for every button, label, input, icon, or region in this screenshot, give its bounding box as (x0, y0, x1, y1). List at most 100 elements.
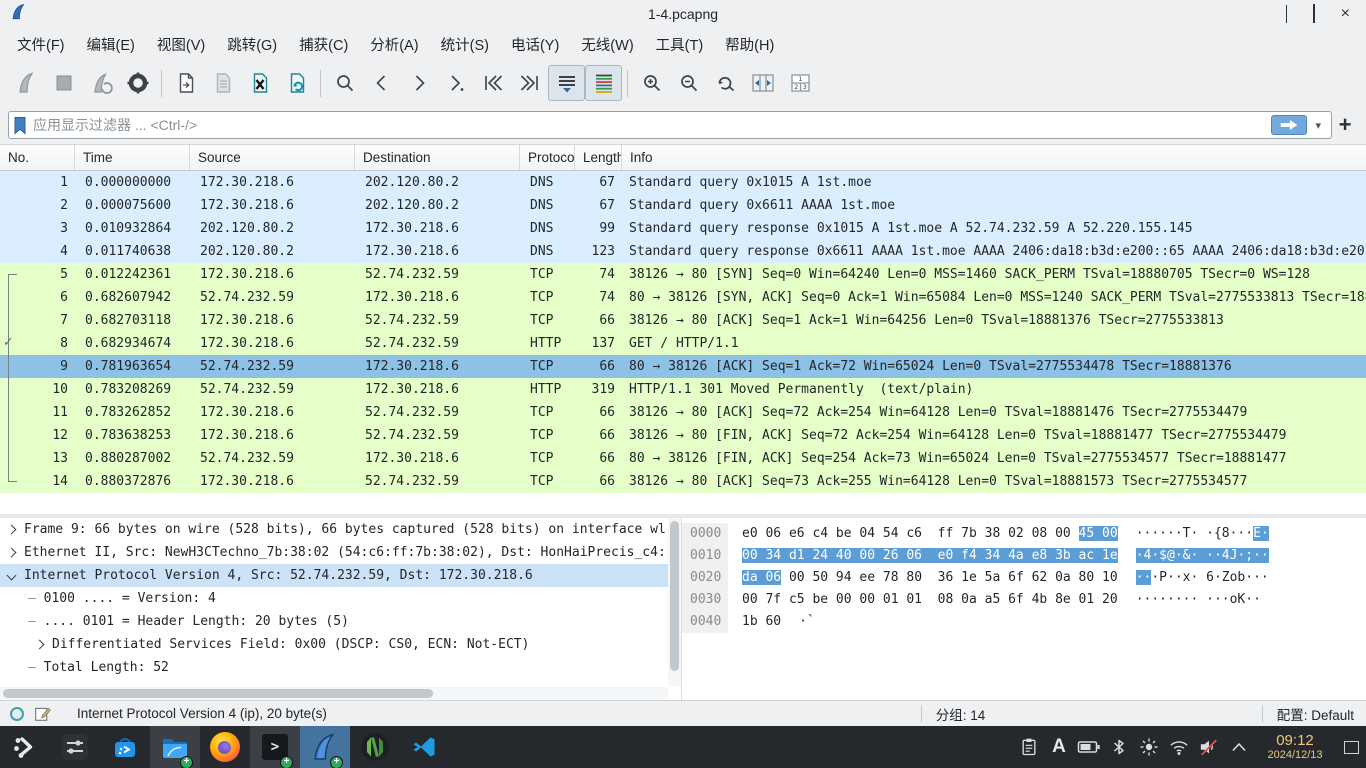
last-packet-button[interactable] (511, 65, 548, 101)
hex-dump-pane[interactable]: 0000e0 06 e6 c4 be 04 54 c6 ff 7b 38 02 … (682, 518, 1366, 700)
column-header-info[interactable]: Info (622, 145, 1366, 170)
menu-item-3[interactable]: 跳转(G) (216, 29, 288, 60)
column-header-destination[interactable]: Destination (355, 145, 520, 170)
column-header-source[interactable]: Source (190, 145, 355, 170)
packet-row-13[interactable]: 130.88028700252.74.232.59172.30.218.6TCP… (0, 447, 1366, 470)
go-forward-button[interactable] (400, 65, 437, 101)
packet-row-12[interactable]: 120.783638253172.30.218.652.74.232.59TCP… (0, 424, 1366, 447)
taskbar-item-system-settings[interactable] (50, 726, 100, 768)
detail-row-1[interactable]: Ethernet II, Src: NewH3CTechno_7b:38:02 … (0, 541, 681, 564)
menu-item-7[interactable]: 电话(Y) (500, 29, 570, 60)
maximize-button[interactable] (1313, 5, 1315, 23)
hex-row-0010[interactable]: 001000 34 d1 24 40 00 26 06 e0 f4 34 4a … (682, 545, 1366, 567)
display-filter-input[interactable]: 应用显示过滤器 ... <Ctrl-/> ▾ (8, 111, 1332, 139)
packet-row-5[interactable]: 50.012242361172.30.218.652.74.232.59TCP7… (0, 263, 1366, 286)
zoom-in-button[interactable] (633, 65, 670, 101)
expand-arrow-icon[interactable] (7, 548, 17, 558)
taskbar-item-firefox[interactable] (200, 726, 250, 768)
menu-item-5[interactable]: 分析(A) (359, 29, 429, 60)
hex-row-0000[interactable]: 0000e0 06 e6 c4 be 04 54 c6 ff 7b 38 02 … (682, 523, 1366, 545)
add-filter-button[interactable]: + (1332, 112, 1358, 138)
go-to-packet-button[interactable] (437, 65, 474, 101)
taskbar-item-neovim[interactable] (350, 726, 400, 768)
detail-row-2[interactable]: Internet Protocol Version 4, Src: 52.74.… (0, 564, 681, 587)
packet-row-4[interactable]: 40.011740638202.120.80.2172.30.218.6DNS1… (0, 240, 1366, 263)
scrollbar-thumb[interactable] (3, 689, 433, 698)
taskbar-item-wireshark[interactable]: + (300, 726, 350, 768)
column-header-protocol[interactable]: Protocol (520, 145, 575, 170)
profile-label[interactable]: 配置: Default (1263, 704, 1366, 724)
reload-file-button[interactable] (278, 65, 315, 101)
tray-battery-icon[interactable] (1074, 726, 1104, 768)
show-desktop-button[interactable] (1336, 726, 1366, 768)
scrollbar-thumb[interactable] (670, 521, 679, 671)
packet-row-1[interactable]: 10.000000000172.30.218.6202.120.80.2DNS6… (0, 171, 1366, 194)
expand-arrow-icon[interactable] (7, 525, 17, 535)
packet-row-3[interactable]: 30.010932864202.120.80.2172.30.218.6DNS9… (0, 217, 1366, 240)
bookmark-icon[interactable] (13, 116, 27, 135)
column-header-length[interactable]: Length (575, 145, 622, 170)
save-file-button[interactable] (204, 65, 241, 101)
close-file-button[interactable] (241, 65, 278, 101)
open-file-button[interactable] (167, 65, 204, 101)
colorize-button[interactable] (585, 65, 622, 101)
menu-item-4[interactable]: 捕获(C) (288, 29, 359, 60)
packet-row-14[interactable]: 140.880372876172.30.218.652.74.232.59TCP… (0, 470, 1366, 493)
zoom-reset-button[interactable] (707, 65, 744, 101)
expert-info-icon[interactable] (10, 707, 24, 721)
menu-item-2[interactable]: 视图(V) (146, 29, 216, 60)
tray-input-method-icon[interactable]: A (1044, 726, 1074, 768)
detail-row-3[interactable]: — 0100 .... = Version: 4 (0, 587, 681, 610)
first-packet-button[interactable] (474, 65, 511, 101)
column-header-time[interactable]: Time (75, 145, 190, 170)
detail-row-0[interactable]: Frame 9: 66 bytes on wire (528 bits), 66… (0, 518, 681, 541)
menu-item-0[interactable]: 文件(F) (6, 29, 76, 60)
resize-columns-button[interactable] (744, 65, 781, 101)
hex-row-0020[interactable]: 0020da 06 00 50 94 ee 78 80 36 1e 5a 6f … (682, 567, 1366, 589)
tray-bluetooth-icon[interactable] (1104, 726, 1134, 768)
detail-row-4[interactable]: — .... 0101 = Header Length: 20 bytes (5… (0, 610, 681, 633)
packet-row-7[interactable]: 70.682703118172.30.218.652.74.232.59TCP6… (0, 309, 1366, 332)
go-back-button[interactable] (363, 65, 400, 101)
taskbar-item-terminal[interactable]: > + (250, 726, 300, 768)
stop-capture-button[interactable] (45, 65, 82, 101)
capture-options-button[interactable] (119, 65, 156, 101)
auto-scroll-button[interactable] (548, 65, 585, 101)
tray-wifi-icon[interactable] (1164, 726, 1194, 768)
taskbar-item-vscode[interactable] (400, 726, 450, 768)
close-button[interactable]: × (1341, 6, 1350, 22)
collapse-arrow-icon[interactable] (7, 571, 17, 581)
taskbar-item-discover[interactable] (100, 726, 150, 768)
start-capture-button[interactable] (8, 65, 45, 101)
taskbar-item-file-manager[interactable]: + (150, 726, 200, 768)
find-packet-button[interactable] (326, 65, 363, 101)
packet-row-9[interactable]: 90.78196365452.74.232.59172.30.218.6TCP6… (0, 355, 1366, 378)
number-columns-button[interactable]: 123 (781, 65, 818, 101)
tray-clipboard-icon[interactable] (1014, 726, 1044, 768)
tray-expand-icon[interactable] (1224, 726, 1254, 768)
apply-filter-button[interactable] (1271, 115, 1307, 135)
menu-item-1[interactable]: 编辑(E) (76, 29, 146, 60)
app-launcher-button[interactable] (0, 726, 50, 768)
details-horizontal-scrollbar[interactable] (0, 687, 668, 700)
tray-brightness-icon[interactable] (1134, 726, 1164, 768)
packet-row-8[interactable]: 80.682934674172.30.218.652.74.232.59HTTP… (0, 332, 1366, 355)
capture-comment-icon[interactable] (34, 705, 51, 722)
expand-arrow-icon[interactable] (35, 640, 45, 650)
filter-dropdown-caret[interactable]: ▾ (1315, 119, 1321, 132)
minimize-button[interactable] (1286, 5, 1287, 23)
clock[interactable]: 09:12 2024/12/13 (1258, 732, 1332, 762)
restart-capture-button[interactable] (82, 65, 119, 101)
detail-row-5[interactable]: Differentiated Services Field: 0x00 (DSC… (0, 633, 681, 656)
packet-row-2[interactable]: 20.000075600172.30.218.6202.120.80.2DNS6… (0, 194, 1366, 217)
zoom-out-button[interactable] (670, 65, 707, 101)
hex-row-0030[interactable]: 003000 7f c5 be 00 00 01 01 08 0a a5 6f … (682, 589, 1366, 611)
packet-row-11[interactable]: 110.783262852172.30.218.652.74.232.59TCP… (0, 401, 1366, 424)
details-vertical-scrollbar[interactable] (668, 518, 681, 686)
column-header-no[interactable]: No. (0, 145, 75, 170)
menu-item-9[interactable]: 工具(T) (645, 29, 715, 60)
packet-row-6[interactable]: 60.68260794252.74.232.59172.30.218.6TCP7… (0, 286, 1366, 309)
tray-volume-muted-icon[interactable] (1194, 726, 1224, 768)
menu-item-6[interactable]: 统计(S) (430, 29, 500, 60)
hex-row-0040[interactable]: 00401b 60·` (682, 611, 1366, 633)
